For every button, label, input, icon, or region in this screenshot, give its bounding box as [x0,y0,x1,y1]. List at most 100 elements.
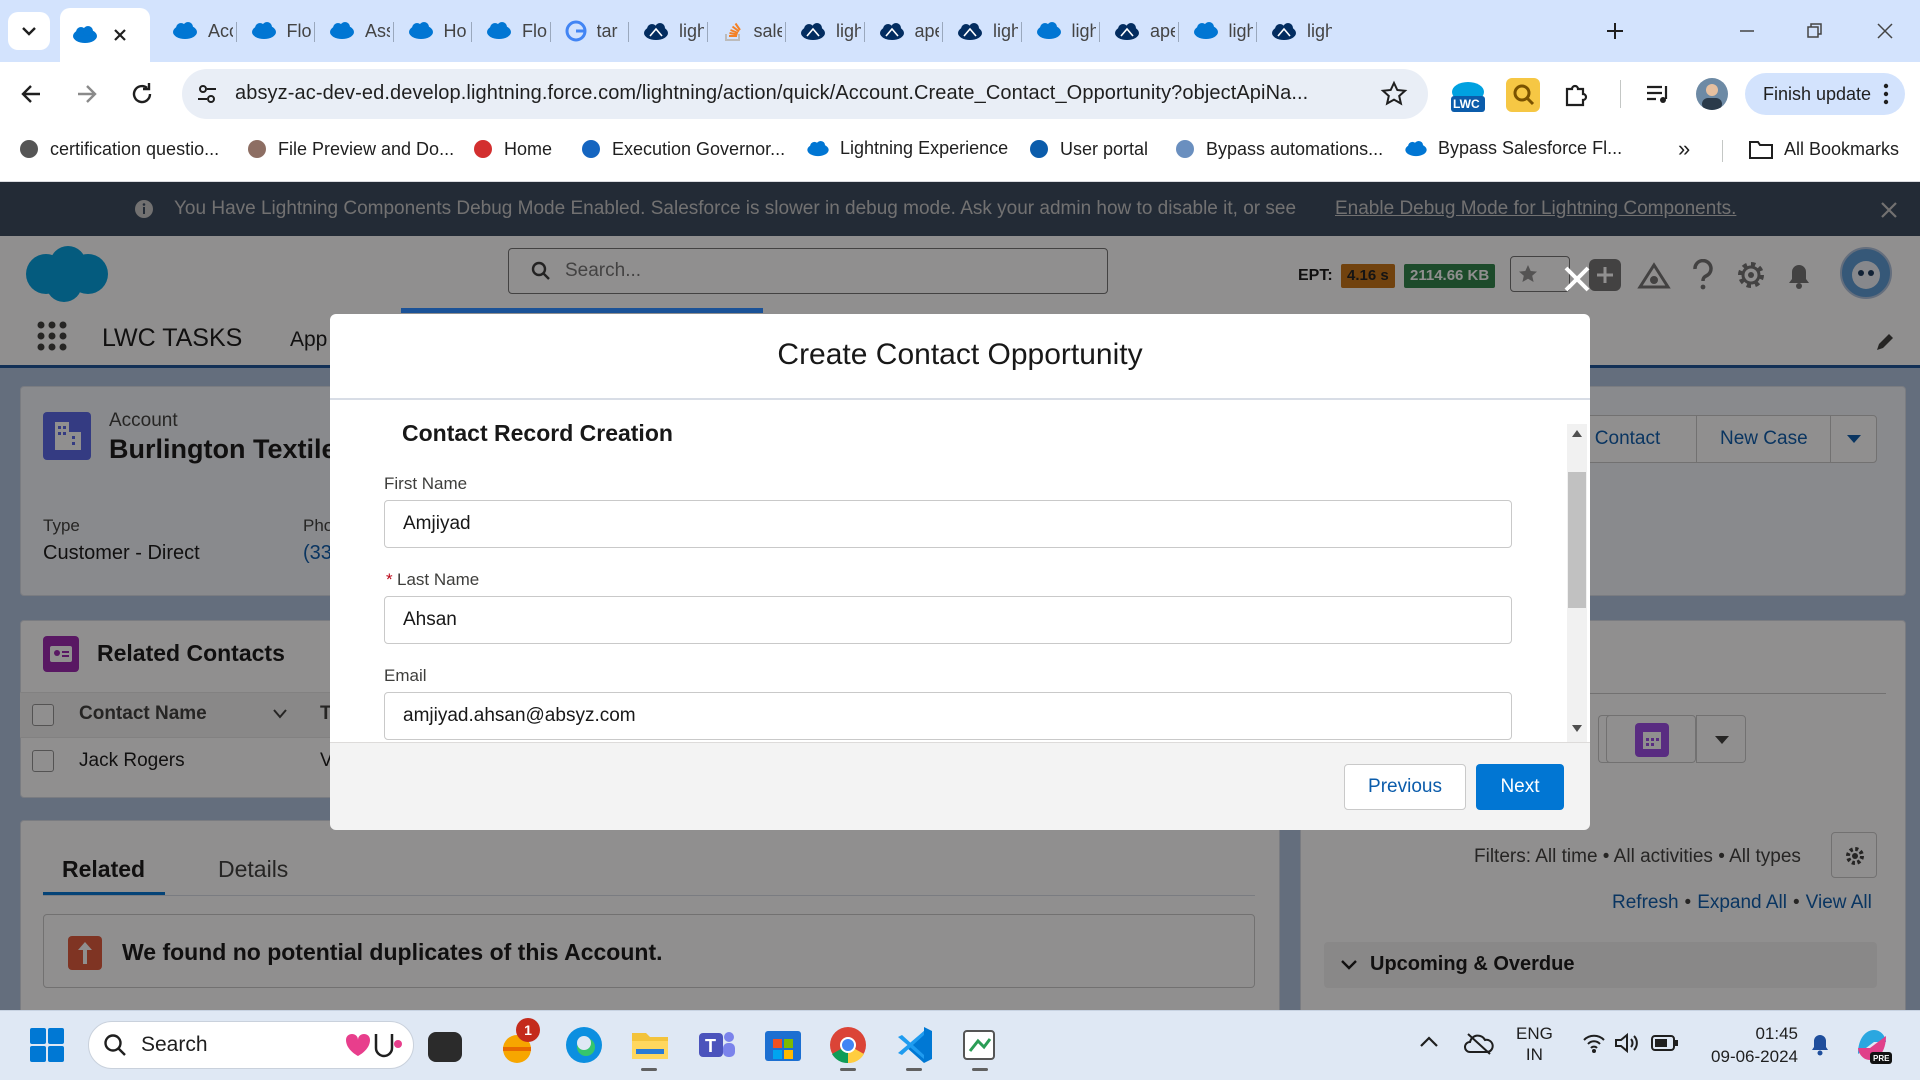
salesforce-cloud-icon [486,22,512,40]
bookmark-item[interactable]: Execution Governor... [580,138,785,160]
copilot-icon[interactable]: PRE [1852,1026,1892,1064]
onedrive-icon[interactable] [1464,1030,1494,1056]
tab-search-button[interactable] [8,12,50,50]
bookmark-item[interactable]: User portal [1028,138,1148,160]
plus-icon [1605,21,1625,41]
bookmark-label: Home [504,138,553,159]
reload-button[interactable] [128,80,156,108]
minimize-button[interactable] [1730,14,1764,48]
battery-icon[interactable] [1651,1034,1679,1052]
browser-tab-label: ligh [1071,20,1097,41]
browser-tab-label: ligh [836,20,861,41]
lwc-extension-button[interactable]: LWC [1448,76,1488,116]
browser-tab[interactable]: Acc [160,12,233,50]
url-text[interactable]: absyz-ac-dev-ed.develop.lightning.force.… [235,82,1308,105]
browser-tab[interactable]: Ass [317,12,390,50]
finish-update-button[interactable]: Finish update [1745,73,1905,115]
volume-icon[interactable] [1614,1032,1640,1054]
vscode-icon[interactable] [892,1023,936,1067]
search-icon [103,1033,127,1057]
media-control-icon[interactable] [1644,80,1672,108]
last-name-input[interactable]: Ahsan [384,596,1512,644]
browser-tab-label: ligh [1307,20,1332,41]
browser-tab[interactable]: Flo [474,12,547,50]
scrollbar-thumb[interactable] [1568,472,1586,608]
tab-separator [1099,22,1100,42]
previous-button[interactable]: Previous [1344,764,1466,810]
notification-bell-icon[interactable] [1808,1030,1832,1058]
restore-button[interactable] [1798,14,1832,48]
bookmark-item[interactable]: Lightning Experience [806,138,1008,159]
tab-separator [706,22,708,42]
toolbar-divider [1620,80,1621,108]
bookmark-item[interactable]: Bypass automations... [1174,138,1383,160]
close-window-button[interactable] [1868,14,1902,48]
wifi-icon[interactable] [1582,1032,1606,1054]
magnifier-extension-icon[interactable] [1506,78,1540,112]
edge-browser-icon[interactable] [562,1023,606,1067]
new-tab-button[interactable] [1596,12,1634,50]
tab-separator [314,22,315,42]
browser-tab[interactable]: tar [553,12,626,50]
browser-tab[interactable]: ape [1102,12,1175,50]
browser-tab[interactable]: Flo [239,12,311,50]
browser-tab[interactable]: ligh [631,12,704,50]
region-code: IN [1525,1045,1543,1064]
browser-tab[interactable]: ligh [788,12,861,50]
scroll-up-icon[interactable] [1571,428,1583,438]
bookmark-star-icon[interactable] [1380,80,1408,108]
bookmark-favicon [1174,138,1196,160]
salesforce-cloud-icon [806,140,830,157]
forward-button[interactable] [72,80,100,108]
trailhead-icon [957,21,983,41]
extensions-puzzle-icon[interactable] [1562,80,1590,108]
snipping-tool-icon[interactable] [958,1023,1002,1067]
windows-start-icon[interactable] [30,1028,64,1062]
email-input[interactable]: amjiyad.ahsan@absyz.com [384,692,1512,740]
close-icon[interactable] [112,27,128,43]
clock[interactable]: 01:45 09-06-2024 [1694,1022,1798,1068]
browser-tab[interactable]: ligh [1024,12,1097,50]
task-view-icon[interactable] [428,1032,462,1062]
browser-tab[interactable]: Ho [396,12,469,50]
language-indicator[interactable]: ENG IN [1516,1023,1553,1065]
bookmark-item[interactable]: Home [472,138,552,160]
notification-count-badge: 1 [516,1018,540,1042]
salesforce-cloud-icon [1404,140,1428,157]
salesforce-cloud-icon [1036,22,1062,40]
trailhead-icon [643,21,669,41]
browser-tab[interactable]: ligh [945,12,1018,50]
microsoft-store-icon[interactable] [761,1023,805,1067]
first-name-input[interactable]: Amjiyad [384,500,1512,548]
bookmark-item[interactable]: Bypass Salesforce Fl... [1404,138,1622,159]
all-bookmarks-button[interactable]: All Bookmarks [1748,138,1899,160]
all-bookmarks-label: All Bookmarks [1784,138,1900,159]
reload-icon [128,80,156,108]
scroll-down-icon[interactable] [1571,724,1583,734]
browser-tab[interactable]: ligh [1181,12,1253,50]
bookmark-item[interactable]: File Preview and Do... [246,138,454,160]
browser-tab-label: ligh [993,20,1018,41]
browser-tab[interactable]: sale [710,12,783,50]
browser-tab[interactable]: ligh [1259,12,1332,50]
first-name-label: First Name [384,474,468,493]
site-info-icon[interactable] [195,82,219,106]
more-bookmarks-button[interactable]: » [1678,136,1690,162]
modal-content [330,400,1590,742]
profile-avatar[interactable] [1696,78,1728,110]
chevron-up-icon[interactable] [1418,1034,1440,1048]
teams-icon[interactable]: T [695,1023,739,1067]
arrow-left-icon [18,80,46,108]
back-button[interactable] [18,80,46,108]
chrome-icon[interactable] [826,1023,870,1067]
bookmark-favicon [18,138,40,160]
clock-date: 09-06-2024 [1711,1047,1798,1066]
bookmark-item[interactable]: certification questio... [18,138,219,160]
browser-tab[interactable]: ape [867,12,939,50]
file-explorer-icon[interactable] [628,1023,672,1067]
browser-tab-active[interactable] [60,8,150,62]
next-button[interactable]: Next [1476,764,1564,810]
bookmark-label: Bypass Salesforce Fl... [1438,138,1623,158]
modal-close-icon[interactable] [1560,262,1594,296]
svg-text:T: T [705,1036,716,1056]
